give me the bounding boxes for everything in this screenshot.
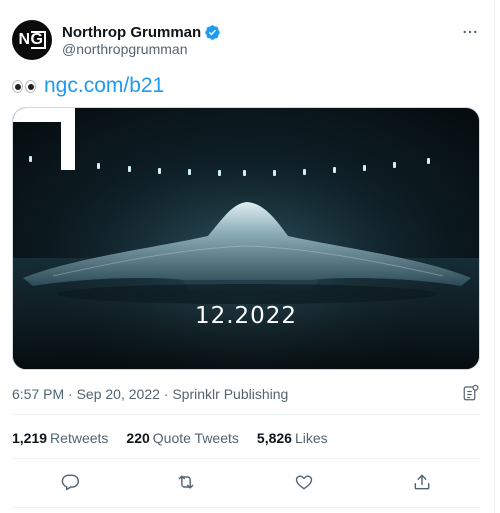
likes-stat[interactable]: 5,826 Likes [257, 430, 328, 446]
b21-covered-aircraft-image [13, 108, 479, 369]
tweet-link[interactable]: ngc.com/b21 [44, 72, 164, 100]
divider [12, 414, 480, 415]
heart-icon [295, 475, 313, 490]
avatar-logo: NG [18, 31, 46, 49]
author-name-row[interactable]: Northrop Grumman [62, 24, 221, 41]
meta-separator: · [68, 386, 77, 402]
eyes-emoji-icon [12, 76, 38, 96]
like-button[interactable] [288, 466, 320, 498]
tweet-time[interactable]: 6:57 PM [12, 386, 64, 402]
tweet-actions [12, 462, 480, 498]
divider [12, 458, 480, 459]
verified-badge-icon [204, 24, 221, 41]
retweets-label: Retweets [50, 430, 109, 446]
avatar[interactable]: NG [12, 20, 52, 60]
author-display-name[interactable]: Northrop Grumman [62, 24, 201, 41]
retweet-button[interactable] [170, 466, 202, 498]
reply-composer-edge [12, 507, 480, 513]
tweet-text: ngc.com/b21 [12, 72, 164, 100]
quotes-label: Quote Tweets [152, 430, 239, 446]
share-icon [414, 474, 430, 490]
reply-icon [61, 474, 80, 491]
retweets-count: 1,219 [12, 430, 48, 446]
tweet-header: NG Northrop Grumman @northropgrumman [12, 18, 484, 62]
likes-label: Likes [294, 430, 328, 446]
tweet-source: Sprinklr Publishing [172, 386, 289, 402]
quote-tweets-stat[interactable]: 220 Quote Tweets [126, 430, 239, 446]
retweet-icon [178, 475, 194, 489]
likes-count: 5,826 [256, 430, 292, 446]
tweet-detail: NG Northrop Grumman @northropgrumman ngc… [0, 0, 495, 513]
author-handle[interactable]: @northropgrumman [62, 41, 188, 57]
tweet-media-image[interactable]: 12.2022 [12, 107, 480, 370]
analytics-icon[interactable] [462, 384, 480, 402]
share-button[interactable] [406, 466, 438, 498]
tweet-timestamp: 6:57 PM · Sep 20, 2022 · Sprinklr Publis… [12, 386, 288, 402]
more-options-icon[interactable] [458, 20, 482, 44]
tweet-date[interactable]: Sep 20, 2022 [77, 386, 160, 402]
ng-corner-logo-icon [13, 108, 75, 170]
tweet-stats: 1,219 Retweets 220 Quote Tweets 5,826 Likes [12, 430, 346, 446]
reply-button[interactable] [54, 466, 86, 498]
retweets-stat[interactable]: 1,219 Retweets [12, 430, 108, 446]
quotes-count: 220 [126, 430, 150, 446]
media-overlay-date: 12.2022 [194, 303, 298, 329]
